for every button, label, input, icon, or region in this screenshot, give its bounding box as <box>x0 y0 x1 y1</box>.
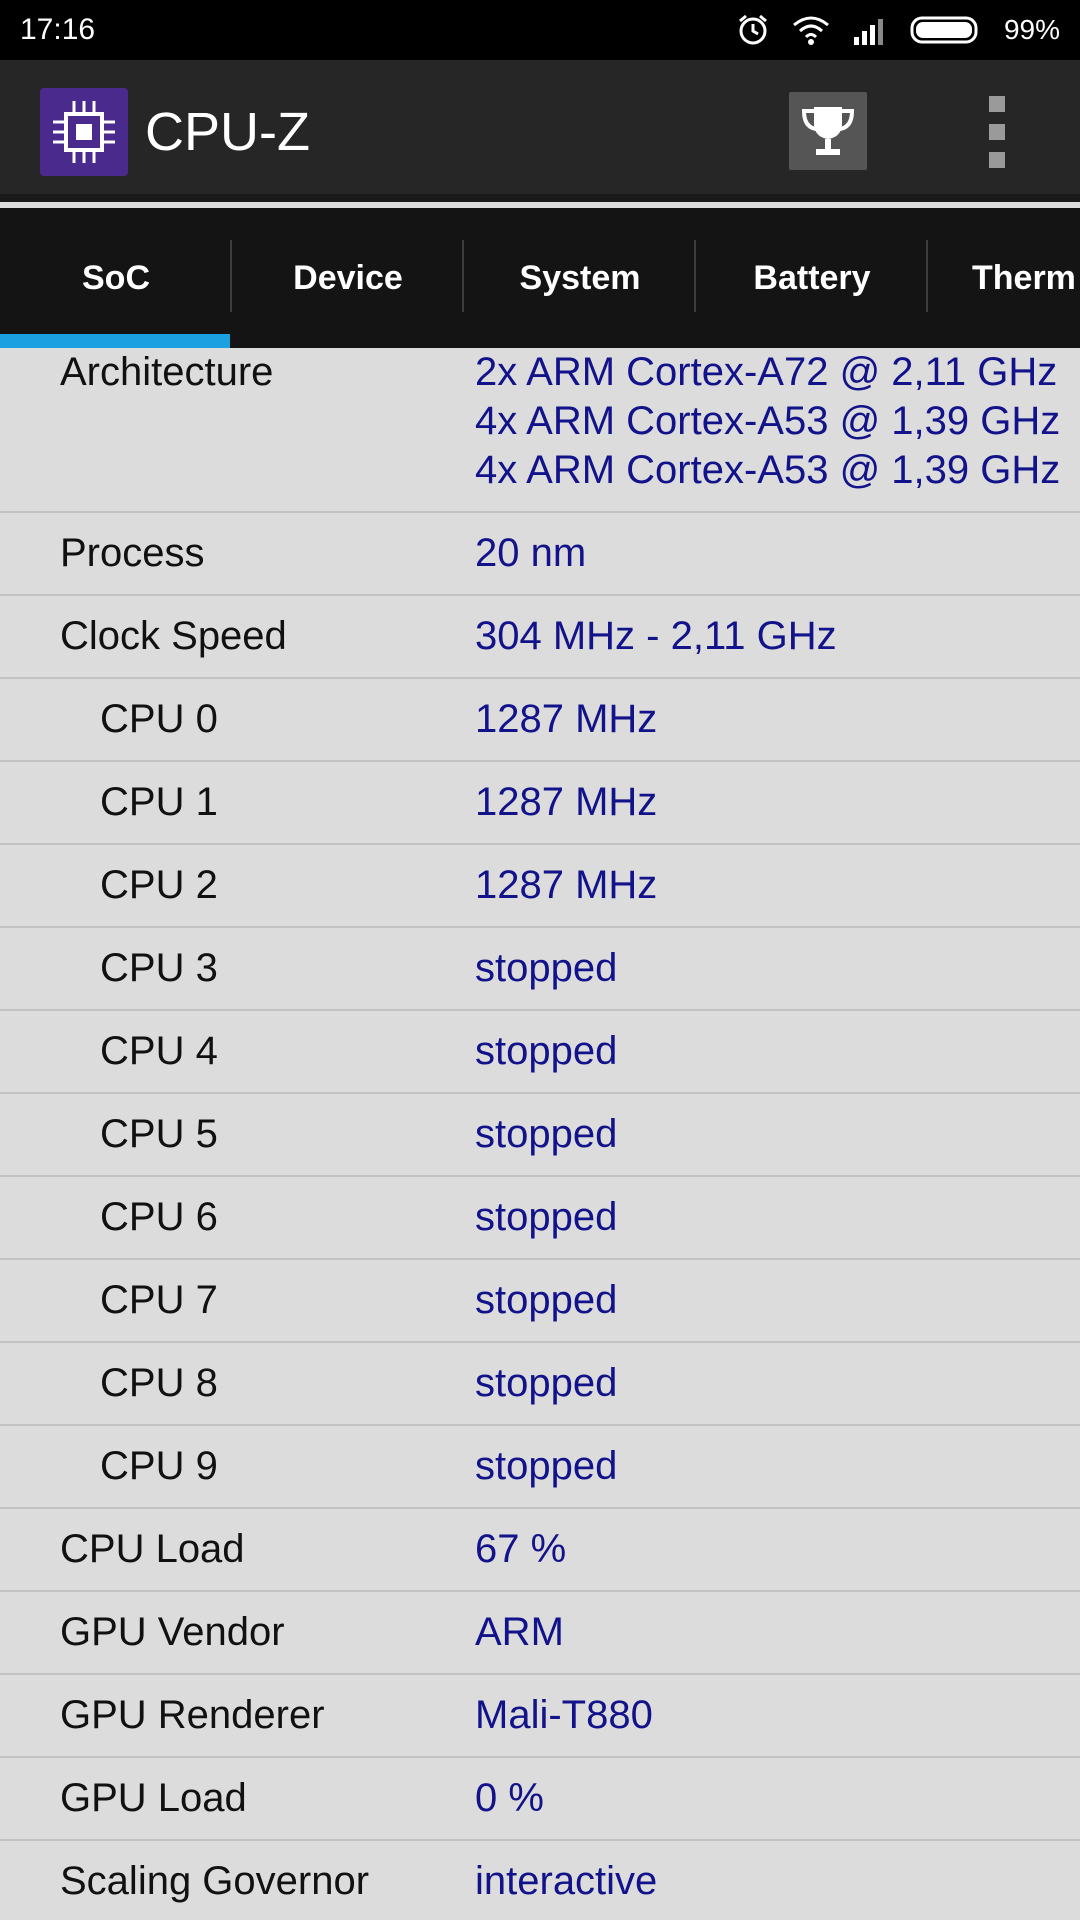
info-row-gpu-load: GPU Load 0 % <box>0 1758 1080 1841</box>
battery-percent: 99% <box>1003 14 1060 45</box>
trophy-button[interactable] <box>789 92 867 170</box>
tab-soc[interactable]: SoC <box>0 208 232 348</box>
trophy-icon <box>801 107 855 155</box>
info-row-cpu-0: CPU 0 1287 MHz <box>0 679 1080 762</box>
info-row-cpu-8: CPU 8 stopped <box>0 1343 1080 1426</box>
soc-info-list[interactable]: Architecture 2x ARM Cortex-A72 @ 2,11 GH… <box>0 348 1080 1920</box>
info-row-gpu-renderer: GPU Renderer Mali-T880 <box>0 1675 1080 1758</box>
info-row-gpu-vendor: GPU Vendor ARM <box>0 1592 1080 1675</box>
info-row-cpu-3: CPU 3 stopped <box>0 928 1080 1011</box>
tab-bar: SoC Device System Battery Therm <box>0 208 1080 348</box>
info-row-cpu-5: CPU 5 stopped <box>0 1094 1080 1177</box>
overflow-menu-icon <box>989 96 1005 112</box>
tab-device[interactable]: Device <box>232 208 464 348</box>
info-row-process: Process 20 nm <box>0 513 1080 596</box>
cpu-chip-icon <box>40 88 128 176</box>
overflow-menu-button[interactable] <box>972 96 1022 168</box>
info-row-cpu-6: CPU 6 stopped <box>0 1177 1080 1260</box>
app-bar: CPU-Z <box>0 60 1080 202</box>
alarm-icon <box>738 14 767 45</box>
status-icons: 99% <box>736 13 1060 47</box>
info-row-cpu-2: CPU 2 1287 MHz <box>0 845 1080 928</box>
info-row-cpu-1: CPU 1 1287 MHz <box>0 762 1080 845</box>
wifi-icon <box>793 16 829 45</box>
info-row-cpu-7: CPU 7 stopped <box>0 1260 1080 1343</box>
info-row-architecture: Architecture 2x ARM Cortex-A72 @ 2,11 GH… <box>0 348 1080 513</box>
info-row-scaling-governor: Scaling Governor interactive <box>0 1841 1080 1920</box>
tab-system[interactable]: System <box>464 208 696 348</box>
info-row-clock-speed: Clock Speed 304 MHz - 2,11 GHz <box>0 596 1080 679</box>
battery-icon <box>910 16 978 44</box>
active-tab-indicator <box>0 334 230 348</box>
status-time: 17:16 <box>20 13 96 46</box>
info-row-cpu-4: CPU 4 stopped <box>0 1011 1080 1094</box>
info-row-cpu-9: CPU 9 stopped <box>0 1426 1080 1509</box>
info-row-cpu-load: CPU Load 67 % <box>0 1509 1080 1592</box>
status-bar: 17:16 99% <box>0 0 1080 60</box>
signal-icon <box>853 19 883 45</box>
tab-thermal[interactable]: Therm <box>928 208 1080 348</box>
app-title: CPU-Z <box>145 102 310 162</box>
tab-battery[interactable]: Battery <box>696 208 928 348</box>
